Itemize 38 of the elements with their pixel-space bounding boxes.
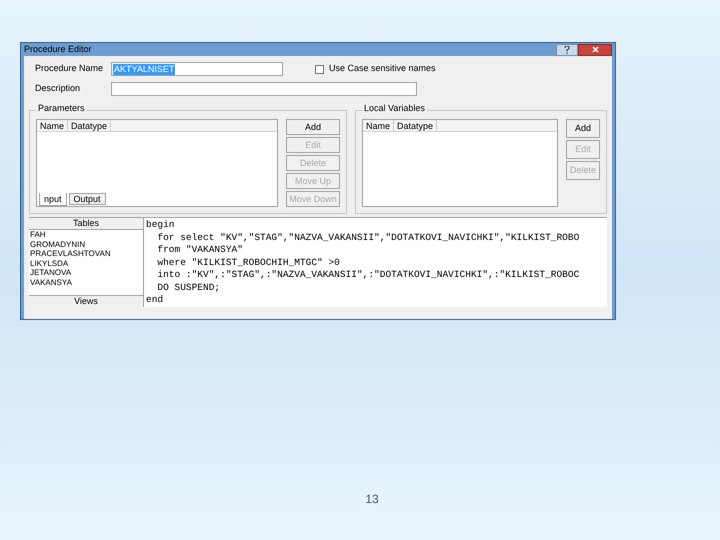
column-header[interactable]: Name <box>37 120 68 131</box>
code-line: begin <box>146 219 176 232</box>
code-line: for select "KV","STAG","NAZVA_VAKANSII","DOTATKOVI_NAVICHKI","KILKIST_ROBO <box>156 232 580 244</box>
tab[interactable]: Output <box>68 193 106 205</box>
tab[interactable]: nput <box>39 193 67 206</box>
input-field[interactable] <box>111 82 417 96</box>
window-title: Procedure Editor <box>24 45 92 54</box>
help-button[interactable] <box>556 44 578 56</box>
column-header[interactable]: Datatype <box>68 120 112 131</box>
table-item[interactable]: FAH <box>29 230 143 240</box>
field-label: Description <box>34 82 82 96</box>
help-icon <box>564 46 570 54</box>
close-icon <box>592 46 598 53</box>
views-header[interactable]: Views <box>29 295 143 307</box>
code-line: into :"KV",:"STAG",:"NAZVA_VAKANSII",:"DOTATKOVI_NAVICHKI",:"KILKIST_ROBOC <box>156 269 580 282</box>
code-line: DO SUSPEND; <box>156 282 222 294</box>
slide-number: 13 <box>365 491 379 508</box>
column-header[interactable]: Name <box>363 120 394 131</box>
close-button[interactable] <box>578 44 612 56</box>
dialog-button[interactable]: Add <box>566 119 600 138</box>
table-item[interactable]: PRACEVLASHTOVAN <box>29 249 143 258</box>
table-item[interactable]: VAKANSYA <box>29 278 143 287</box>
dialog-button[interactable]: Add <box>286 119 340 135</box>
table-item[interactable]: JETANOVA <box>29 268 143 278</box>
group-title: Parameters <box>36 104 87 113</box>
code-editor[interactable] <box>144 218 607 307</box>
column-header[interactable]: Datatype <box>394 120 438 131</box>
checkbox[interactable] <box>315 64 324 74</box>
checkbox-label: Use Case sensitive names <box>329 62 436 76</box>
group-title: Local Variables <box>362 104 427 113</box>
table-item[interactable]: LIKYLSDA <box>29 258 143 268</box>
code-line: from "VAKANSYA" <box>156 244 244 256</box>
selected-text: AKTYALNISET <box>113 64 176 74</box>
code-line: where "KILKIST_ROBOCHIH_MTGC" >0 <box>156 256 341 269</box>
field-label: Procedure Name <box>34 62 104 76</box>
table-item[interactable]: GROMADYNIN <box>29 240 143 249</box>
tables-header[interactable]: Tables <box>29 218 143 230</box>
code-line: end <box>146 294 164 306</box>
